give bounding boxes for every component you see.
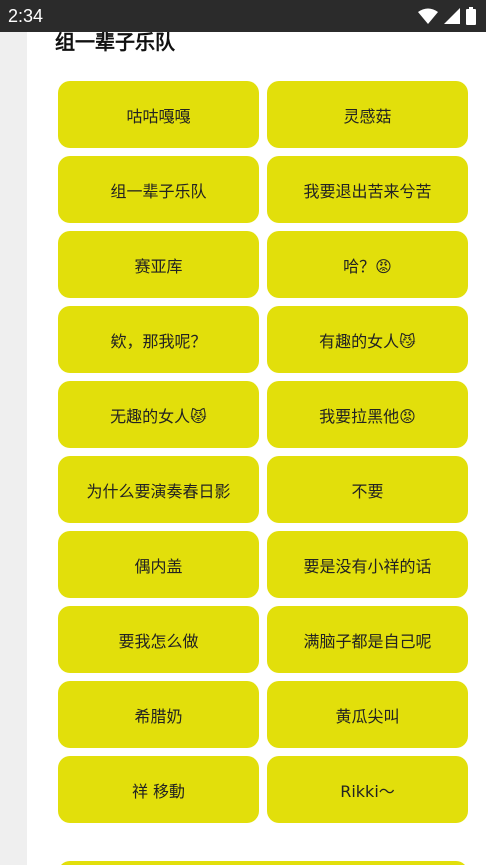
sound-button-grid: 咕咕嘎嘎 灵感菇 组一辈子乐队 我要退出苦来兮苦 赛亚库 哈？😡 欸，那我呢？ … [58,81,468,823]
sound-board: 组一辈子乐队 咕咕嘎嘎 灵感菇 组一辈子乐队 我要退出苦来兮苦 赛亚库 哈？😡 … [27,32,486,865]
sound-button[interactable]: 我要退出苦来兮苦 [267,156,468,223]
status-time: 2:34 [8,6,44,26]
status-bar: 2:34 [0,0,486,32]
sound-button[interactable]: 我要拉黑他😡 [267,381,468,448]
sound-button[interactable]: 无趣的女人😾 [58,381,259,448]
sound-button[interactable]: 有趣的女人😼 [267,306,468,373]
sound-button[interactable]: 要是没有小祥的话 [267,531,468,598]
sound-button[interactable]: 赛亚库 [58,231,259,298]
sound-button[interactable]: 欸，那我呢？ [58,306,259,373]
sound-button[interactable]: 希腊奶 [58,681,259,748]
sound-button[interactable]: 哈？😡 [267,231,468,298]
left-rail [0,32,27,865]
signal-icon [444,8,460,24]
sound-button[interactable]: 咕咕嘎嘎 [58,81,259,148]
wifi-icon [418,8,438,24]
section-title: 组一辈子乐队 [55,32,175,54]
sound-button[interactable]: 祥 移動 [58,756,259,823]
sound-button[interactable]: 不要 [267,456,468,523]
status-icons [418,7,476,25]
next-section-tile[interactable] [58,861,468,865]
sound-button[interactable]: 偶内盖 [58,531,259,598]
sound-button[interactable]: 为什么要演奏春日影 [58,456,259,523]
sound-button[interactable]: Rikki〜 [267,756,468,823]
sound-button[interactable]: 组一辈子乐队 [58,156,259,223]
sound-button[interactable]: 灵感菇 [267,81,468,148]
sound-button[interactable]: 黄瓜尖叫 [267,681,468,748]
sound-button[interactable]: 要我怎么做 [58,606,259,673]
sound-button[interactable]: 满脑子都是自己呢 [267,606,468,673]
battery-icon [466,7,476,25]
